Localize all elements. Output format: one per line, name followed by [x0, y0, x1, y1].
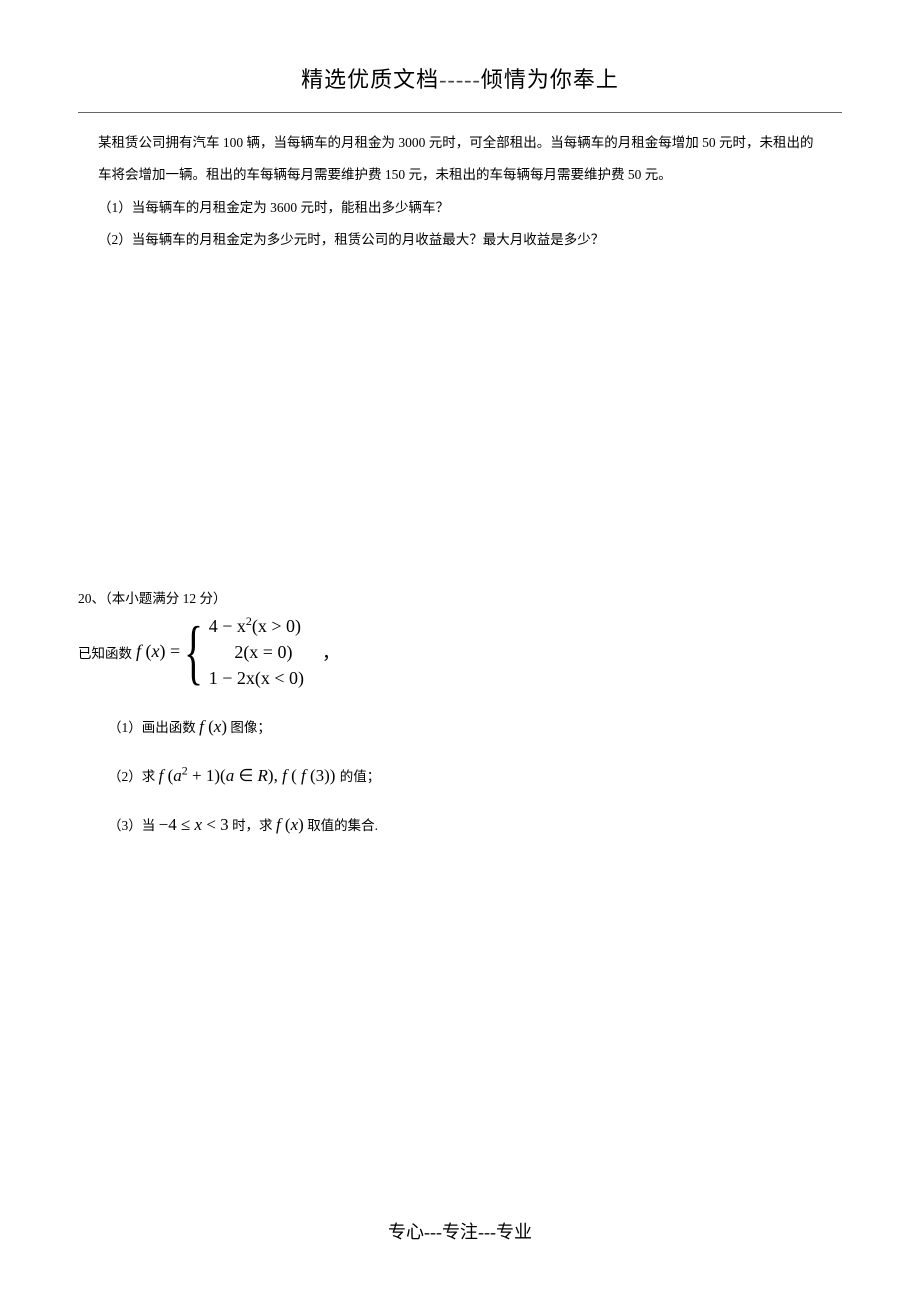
math-expr-2: f (a2 + 1)(a ∈ R), f ( f (3))	[159, 766, 340, 785]
math-fx: f (x)	[199, 717, 227, 736]
left-brace-icon: {	[184, 616, 203, 688]
q20-cases: 4 − x2(x > 0) 2(x = 0) 1 − 2x(x < 0)	[209, 613, 304, 691]
q19-line2: 车将会增加一辆。租出的车每辆每月需要维护费 150 元，未租出的车每辆每月需要维…	[98, 159, 842, 191]
question-20-intro: 20、（本小题满分 12 分）	[78, 587, 842, 607]
math-range: −4 ≤ x < 3	[159, 815, 229, 834]
header-rule	[78, 112, 842, 113]
document-page: 精选优质文档-----倾情为你奉上 某租赁公司拥有汽车 100 辆，当每辆车的月…	[0, 0, 920, 878]
q20-sub1: （1）画出函数 f (x) 图像；	[108, 713, 842, 740]
q20-piecewise: { 4 − x2(x > 0) 2(x = 0) 1 − 2x(x < 0)	[184, 613, 304, 691]
q20-case-1: 4 − x2(x > 0)	[209, 613, 304, 639]
question-19: 某租赁公司拥有汽车 100 辆，当每辆车的月租金为 3000 元时，可全部租出。…	[98, 127, 842, 257]
q19-sub2: （2）当每辆车的月租金定为多少元时，租赁公司的月收益最大？最大月收益是多少？	[98, 224, 842, 256]
q20-sub2: （2）求 f (a2 + 1)(a ∈ R), f ( f (3)) 的值；	[108, 762, 842, 789]
q19-sub1: （1）当每辆车的月租金定为 3600 元时，能租出多少辆车？	[98, 192, 842, 224]
q20-fx-lhs: f (x) =	[136, 641, 180, 662]
q20-trailing-comma: ，	[322, 639, 340, 665]
q20-sub3: （3）当 −4 ≤ x < 3 时，求 f (x) 取值的集合.	[108, 811, 842, 838]
q20-case-2: 2(x = 0)	[209, 639, 304, 665]
math-fx-2: f (x)	[276, 815, 304, 834]
header-left: 精选优质文档	[301, 67, 439, 92]
q20-prefix: 已知函数	[78, 642, 132, 662]
header-dashes: -----	[439, 67, 481, 92]
question-20-function-def: 已知函数 f (x) = { 4 − x2(x > 0) 2(x = 0) 1 …	[78, 613, 842, 691]
page-footer: 专心---专注---专业	[0, 1218, 920, 1244]
q19-line1: 某租赁公司拥有汽车 100 辆，当每辆车的月租金为 3000 元时，可全部租出。…	[98, 127, 842, 159]
q20-case-3: 1 − 2x(x < 0)	[209, 665, 304, 691]
header-right: 倾情为你奉上	[481, 67, 619, 92]
page-header: 精选优质文档-----倾情为你奉上	[78, 62, 842, 94]
